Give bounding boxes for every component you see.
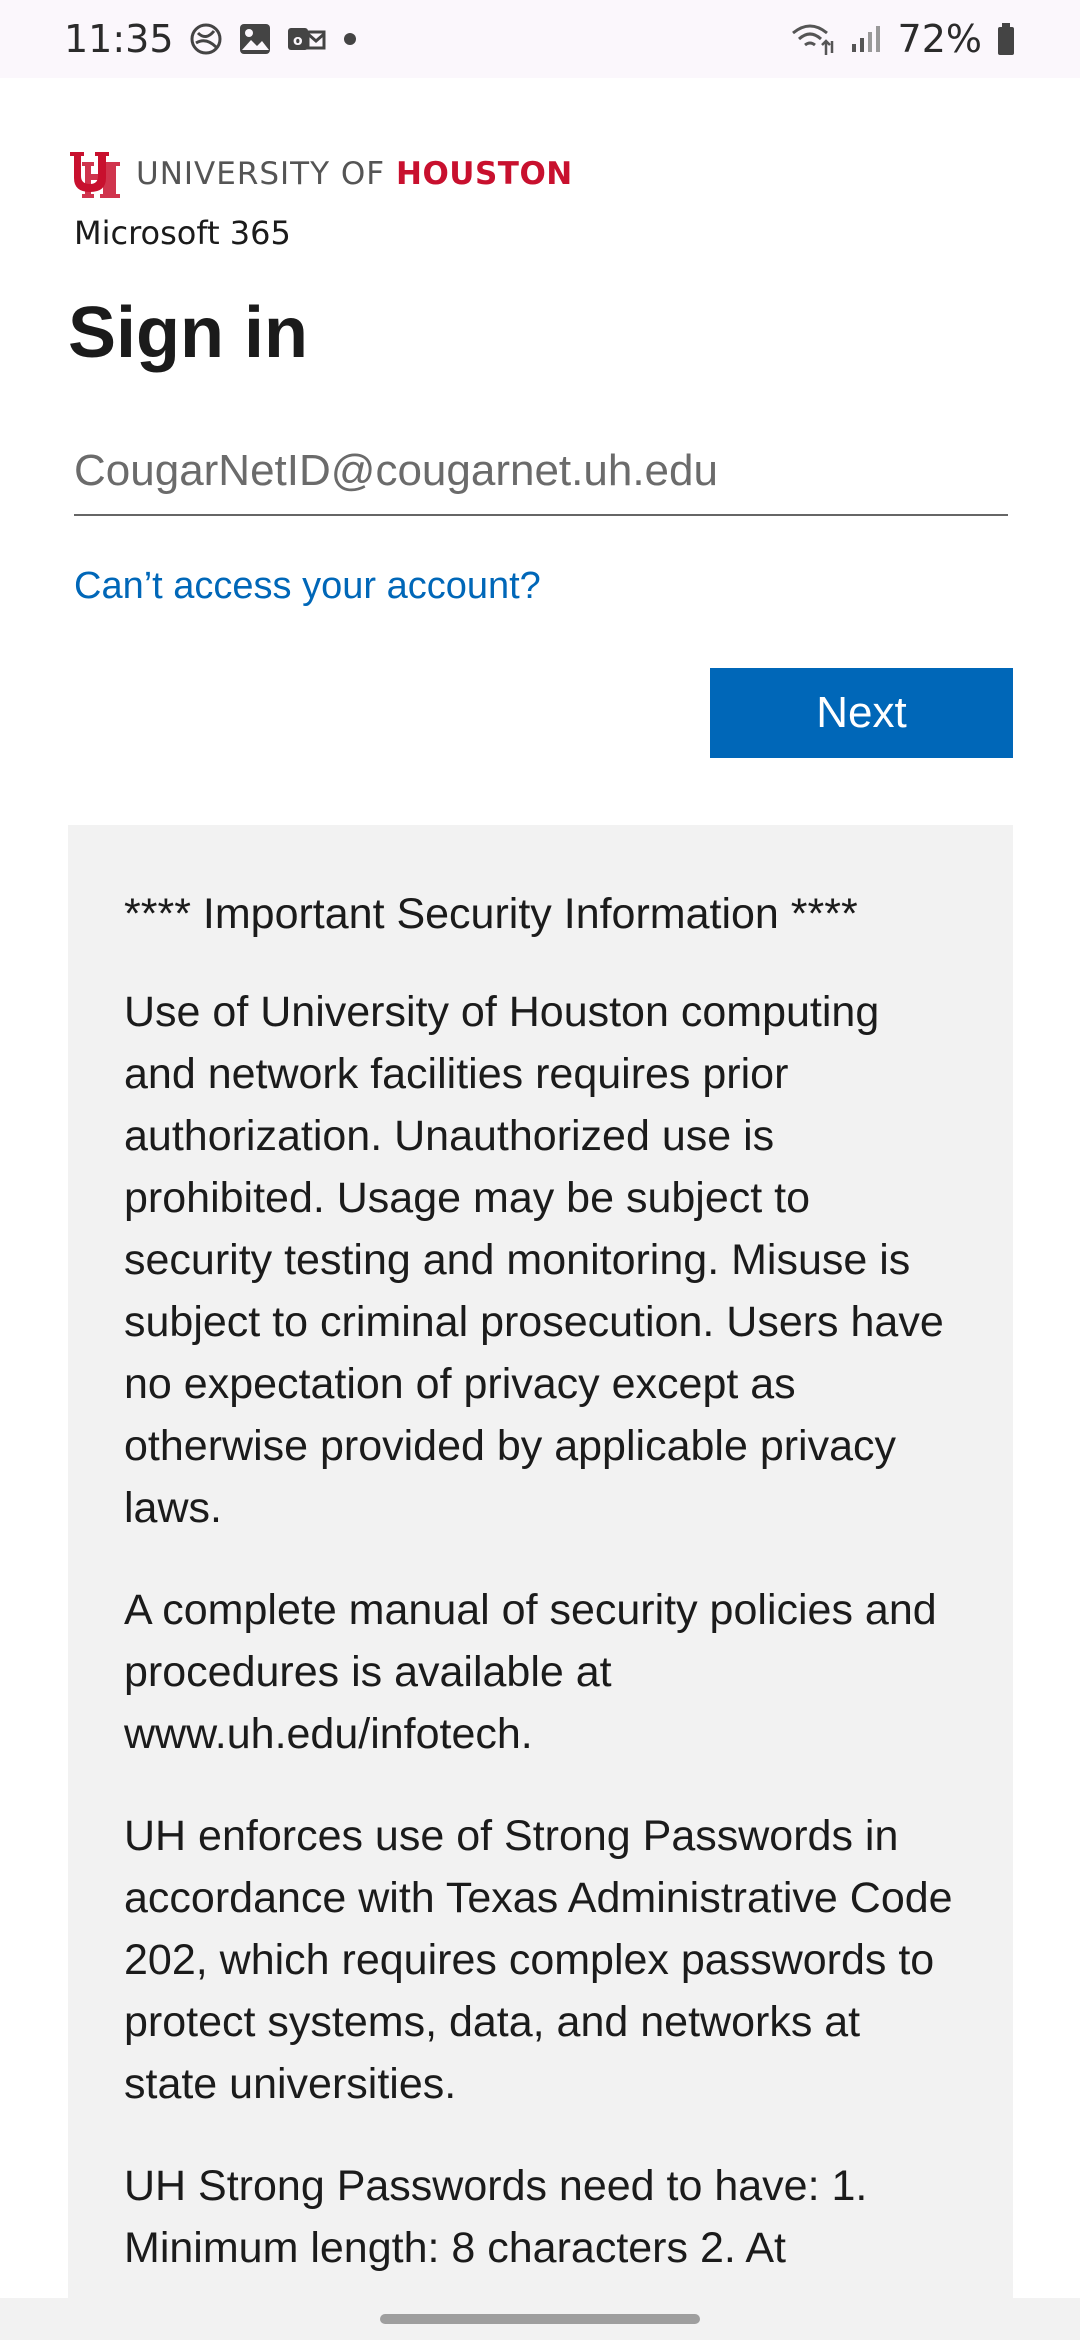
sync-icon bbox=[188, 21, 224, 57]
security-notice-paragraph: UH Strong Passwords need to have: 1. Min… bbox=[124, 2162, 868, 2272]
wifi-icon bbox=[790, 21, 836, 57]
home-gesture-handle[interactable] bbox=[380, 2314, 700, 2324]
status-time: 11:35 bbox=[64, 17, 174, 61]
status-right: 72% bbox=[790, 17, 1016, 61]
security-notice-paragraph: Use of University of Houston computing a… bbox=[124, 988, 944, 1532]
signal-icon bbox=[850, 24, 884, 54]
battery-percentage: 72% bbox=[897, 17, 982, 61]
svg-text:o: o bbox=[293, 33, 303, 49]
notification-dot-icon bbox=[340, 29, 360, 49]
product-name: Microsoft 365 bbox=[74, 214, 291, 252]
email-field[interactable] bbox=[74, 428, 1008, 514]
security-notice-heading: **** Important Security Information **** bbox=[124, 890, 858, 938]
status-left: 11:35 o bbox=[64, 17, 360, 61]
outlook-icon: o bbox=[286, 22, 326, 56]
university-name: HOUSTON bbox=[396, 156, 573, 192]
university-wordmark: UNIVERSITY OF HOUSTON bbox=[136, 156, 573, 192]
security-notice-panel: **** Important Security Information ****… bbox=[68, 825, 1013, 2340]
security-notice-paragraph: UH enforces use of Strong Passwords in a… bbox=[124, 1812, 953, 2108]
status-bar: 11:35 o 72% bbox=[0, 0, 1080, 78]
uh-logo-icon bbox=[70, 152, 120, 198]
page-title: Sign in bbox=[68, 293, 308, 373]
cant-access-account-link[interactable]: Can’t access your account? bbox=[74, 565, 541, 608]
university-logo: UNIVERSITY OF HOUSTON bbox=[68, 148, 573, 200]
next-button[interactable]: Next bbox=[710, 668, 1013, 758]
battery-icon bbox=[996, 22, 1016, 56]
security-notice-paragraph: A complete manual of security policies a… bbox=[124, 1586, 937, 1758]
university-prefix: UNIVERSITY OF bbox=[136, 156, 396, 192]
gallery-icon bbox=[238, 22, 272, 56]
navigation-bar bbox=[0, 2298, 1080, 2340]
email-field-container bbox=[74, 428, 1008, 516]
